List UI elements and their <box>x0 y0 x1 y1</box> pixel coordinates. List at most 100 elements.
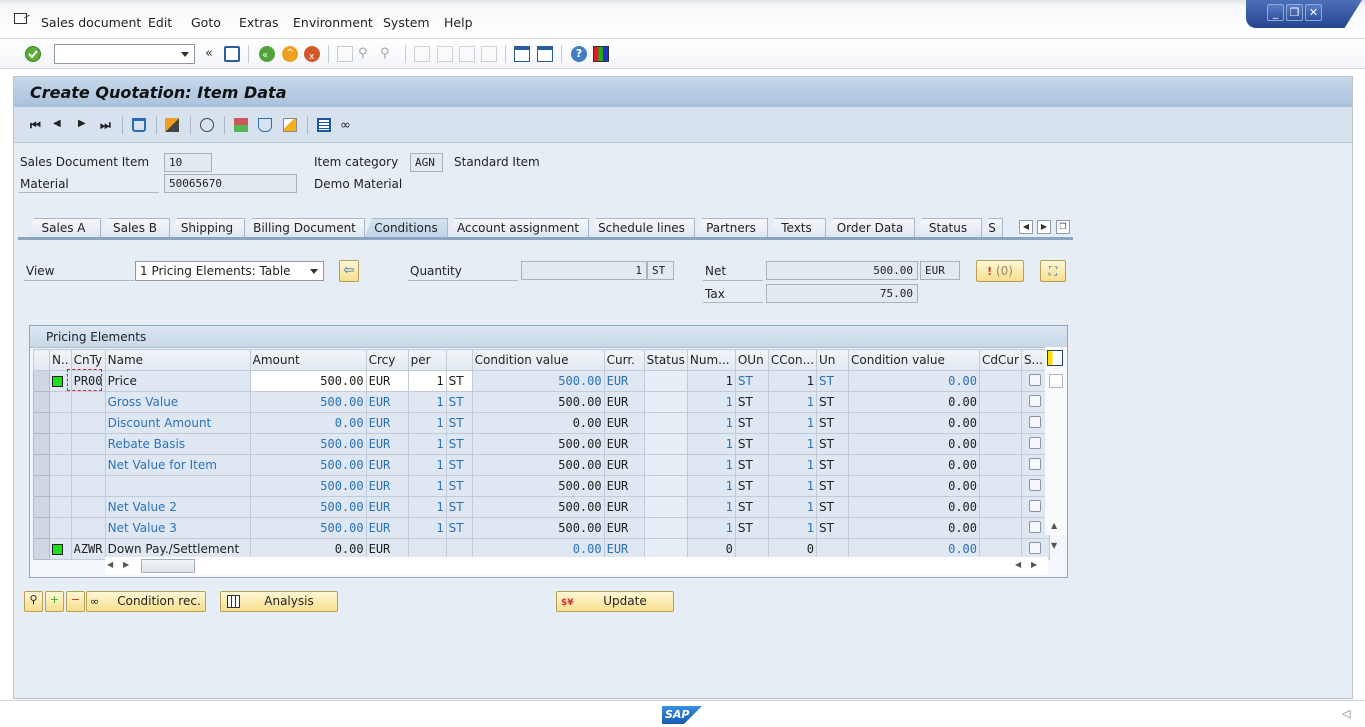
enter-icon[interactable] <box>25 46 41 62</box>
scroll-right-icon[interactable]: ▶ <box>1031 560 1037 569</box>
condition-type-cell[interactable] <box>70 496 106 518</box>
sales-doc-item-field[interactable]: 10 <box>164 153 212 172</box>
table-row[interactable]: Rebate Basis 500.00 EUR 1 ST 500.00 EUR 1 ST 1 ST 0… <box>33 433 1050 455</box>
scroll-up-icon[interactable]: ▲ <box>1051 521 1057 530</box>
delete-row-button[interactable]: − <box>66 591 85 612</box>
row-selector-header[interactable] <box>33 349 50 371</box>
messages-button[interactable]: ! (0) <box>976 260 1024 282</box>
checkbox[interactable] <box>1029 436 1042 449</box>
condition-type-cell[interactable] <box>70 433 106 455</box>
scroll-left-icon[interactable]: ◀ <box>1015 560 1021 569</box>
checkbox[interactable] <box>1029 520 1042 533</box>
tab-partners[interactable]: Partners <box>694 218 768 238</box>
table-row[interactable]: Net Value for Item 500.00 EUR 1 ST 500.00 EUR 1… <box>33 454 1050 476</box>
scroll-left-icon[interactable]: ◀ <box>107 560 113 569</box>
back-arrow-button[interactable]: ⇦ <box>339 260 359 282</box>
condition-type-cell[interactable] <box>70 391 106 413</box>
checkbox[interactable] <box>1029 478 1042 491</box>
menu-system[interactable]: System <box>383 15 430 30</box>
system-menu-icon[interactable] <box>14 13 27 24</box>
table-row[interactable]: Net Value 3 500.00 EUR 1 ST 500.00 EUR 1 ST 1 ST 0.… <box>33 517 1050 539</box>
tab-list-icon[interactable]: ❐ <box>1056 220 1070 234</box>
condition-type-cell[interactable] <box>70 517 106 539</box>
amount-cell[interactable]: 500.00 <box>249 475 367 497</box>
tax-value-field[interactable]: 75.00 <box>766 284 918 303</box>
scroll-thumb[interactable] <box>141 559 195 573</box>
checkbox[interactable] <box>1029 499 1042 512</box>
create-session-icon[interactable] <box>514 46 530 62</box>
row-selector[interactable] <box>33 412 50 434</box>
tab-texts[interactable]: Texts <box>767 218 826 238</box>
horizontal-scrollbar[interactable]: ◀ ▶ ◀ ▶ <box>105 557 1048 575</box>
menu-goto[interactable]: Goto <box>191 15 221 30</box>
first-page-icon[interactable] <box>414 46 430 62</box>
chevron-down-icon[interactable] <box>181 52 189 57</box>
amount-cell[interactable]: 500.00 <box>249 496 367 518</box>
tab-account-assignment[interactable]: Account assignment <box>447 218 589 238</box>
view-dropdown[interactable]: 1 Pricing Elements: Table <box>135 261 324 281</box>
condition-type-cell[interactable]: PR00 <box>70 370 106 392</box>
configuration-icon[interactable] <box>258 118 272 132</box>
edit-details-icon[interactable] <box>283 118 297 132</box>
checkbox[interactable] <box>1029 394 1042 407</box>
minimize-button[interactable]: _ <box>1267 4 1284 21</box>
back-icon[interactable]: « <box>259 46 275 62</box>
net-value-field[interactable]: 500.00 <box>766 261 918 280</box>
row-selector[interactable] <box>33 475 50 497</box>
menu-help[interactable]: Help <box>444 15 473 30</box>
amount-cell[interactable]: 500.00 <box>249 391 367 413</box>
column-header[interactable]: Crcy <box>365 349 409 371</box>
column-header[interactable]: CnTy <box>70 349 106 371</box>
tab-billing-document[interactable]: Billing Document <box>244 218 365 238</box>
status-overview-icon[interactable] <box>234 118 248 132</box>
quantity-field[interactable]: 1 <box>521 261 647 280</box>
display-conditions-icon[interactable]: ∞ <box>340 118 354 133</box>
tab-sales-b[interactable]: Sales B <box>100 218 170 238</box>
column-header[interactable] <box>445 349 473 371</box>
checkbox[interactable] <box>1029 415 1042 428</box>
amount-cell[interactable]: 500.00 <box>249 517 367 539</box>
print-icon[interactable] <box>337 46 353 62</box>
vertical-scrollbar[interactable]: ▲ ▼ <box>1045 347 1067 550</box>
column-header[interactable]: Condition value <box>471 349 605 371</box>
column-header[interactable]: per <box>407 349 447 371</box>
menu-extras[interactable]: Extras <box>239 15 279 30</box>
first-item-icon[interactable]: ⏮ <box>30 118 44 132</box>
scroll-right-icon[interactable]: ▶ <box>123 560 129 569</box>
material-field[interactable]: 50065670 <box>164 174 297 193</box>
amount-cell[interactable]: 0.00 <box>249 412 367 434</box>
amount-cell[interactable]: 500.00 <box>249 454 367 476</box>
row-selector[interactable] <box>33 496 50 518</box>
row-selector[interactable] <box>33 433 50 455</box>
header-icon[interactable] <box>165 118 179 132</box>
tab-order-data[interactable]: Order Data <box>825 218 915 238</box>
row-selector[interactable] <box>33 391 50 413</box>
checkbox[interactable] <box>1029 373 1042 386</box>
row-selector[interactable] <box>33 517 50 539</box>
collapse-icon[interactable]: « <box>205 46 221 62</box>
checkbox[interactable] <box>1029 541 1042 554</box>
table-row[interactable]: Net Value 2 500.00 EUR 1 ST 500.00 EUR 1 ST 1 ST 0.… <box>33 496 1050 518</box>
tab-shipping[interactable]: Shipping <box>169 218 245 238</box>
last-page-icon[interactable] <box>481 46 497 62</box>
condition-type-cell[interactable]: AZWR <box>70 538 106 560</box>
customize-layout-icon[interactable] <box>593 46 609 62</box>
cancel-icon[interactable]: x <box>304 46 320 62</box>
scroll-down-icon[interactable]: ▼ <box>1051 541 1057 550</box>
next-page-icon[interactable] <box>459 46 475 62</box>
column-header[interactable]: CCon... <box>767 349 818 371</box>
net-currency-field[interactable]: EUR <box>920 261 960 280</box>
status-expand-icon[interactable]: ◁ <box>1342 707 1350 720</box>
amount-cell[interactable]: 500.00 <box>249 370 367 392</box>
save-icon[interactable] <box>224 46 240 62</box>
select-all-icon[interactable] <box>1049 374 1063 388</box>
tab-sales-a[interactable]: Sales A <box>26 218 101 238</box>
tab-scroll-right-icon[interactable]: ▶ <box>1037 220 1051 234</box>
amount-cell[interactable]: 500.00 <box>249 433 367 455</box>
analysis-button[interactable]: Analysis <box>220 591 338 612</box>
column-header[interactable]: N.. <box>49 349 72 371</box>
delete-icon[interactable] <box>132 118 146 132</box>
close-button[interactable]: ✕ <box>1305 4 1322 21</box>
tab-conditions[interactable]: Conditions <box>364 218 448 238</box>
column-header[interactable]: Amount <box>249 349 367 371</box>
